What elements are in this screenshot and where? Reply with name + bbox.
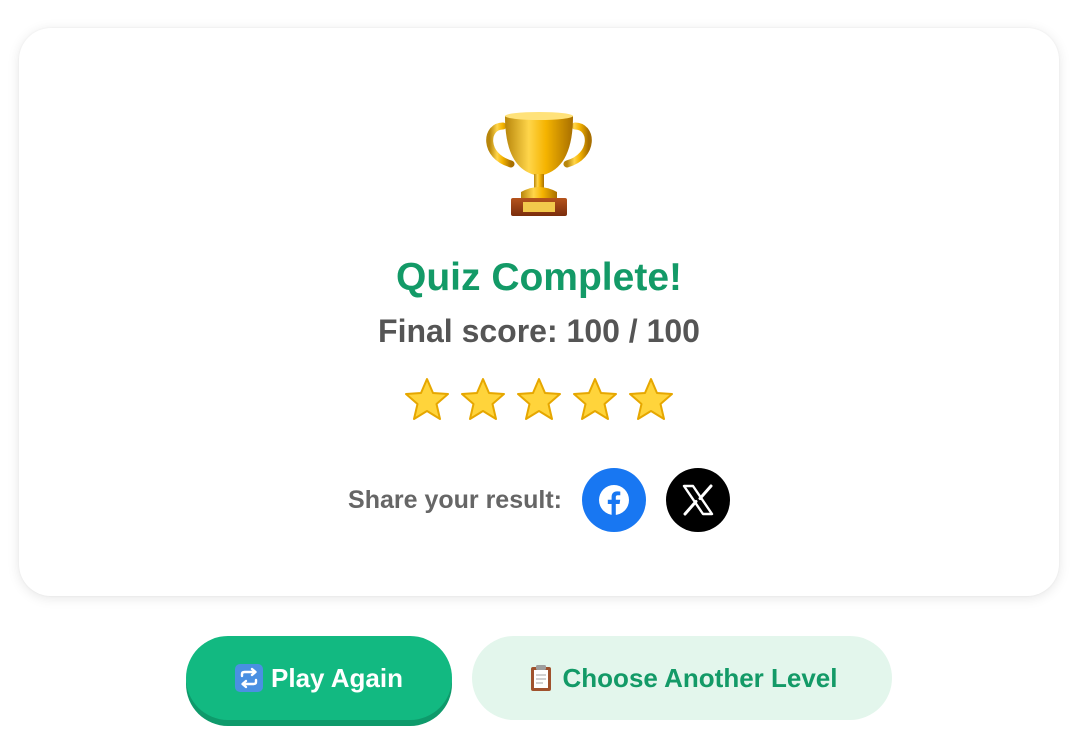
star-icon xyxy=(517,378,561,420)
play-again-label: Play Again xyxy=(271,662,403,693)
choose-another-level-label: Choose Another Level xyxy=(562,662,838,693)
share-row: Share your result: xyxy=(19,468,1059,532)
final-score: Final score: 100 / 100 xyxy=(378,313,700,349)
quiz-complete-title: Quiz Complete! xyxy=(395,256,682,299)
share-facebook-button[interactable] xyxy=(581,468,646,532)
facebook-icon xyxy=(598,485,629,516)
star-icon xyxy=(461,378,505,420)
share-label: Share your result: xyxy=(348,485,562,514)
choose-another-level-button[interactable]: Choose Another Level xyxy=(472,636,892,720)
repeat-icon xyxy=(235,664,264,692)
clipboard-icon xyxy=(530,665,551,691)
star-rating xyxy=(19,376,1059,424)
star-icon xyxy=(629,378,673,420)
star-icon xyxy=(573,378,617,420)
x-icon xyxy=(682,484,714,516)
trophy-icon xyxy=(486,112,592,216)
result-card: Quiz Complete! Final score: 100 / 100 Sh… xyxy=(19,28,1059,596)
play-again-button[interactable]: Play Again xyxy=(186,636,452,720)
share-x-button[interactable] xyxy=(665,468,730,532)
star-icon xyxy=(405,378,449,420)
